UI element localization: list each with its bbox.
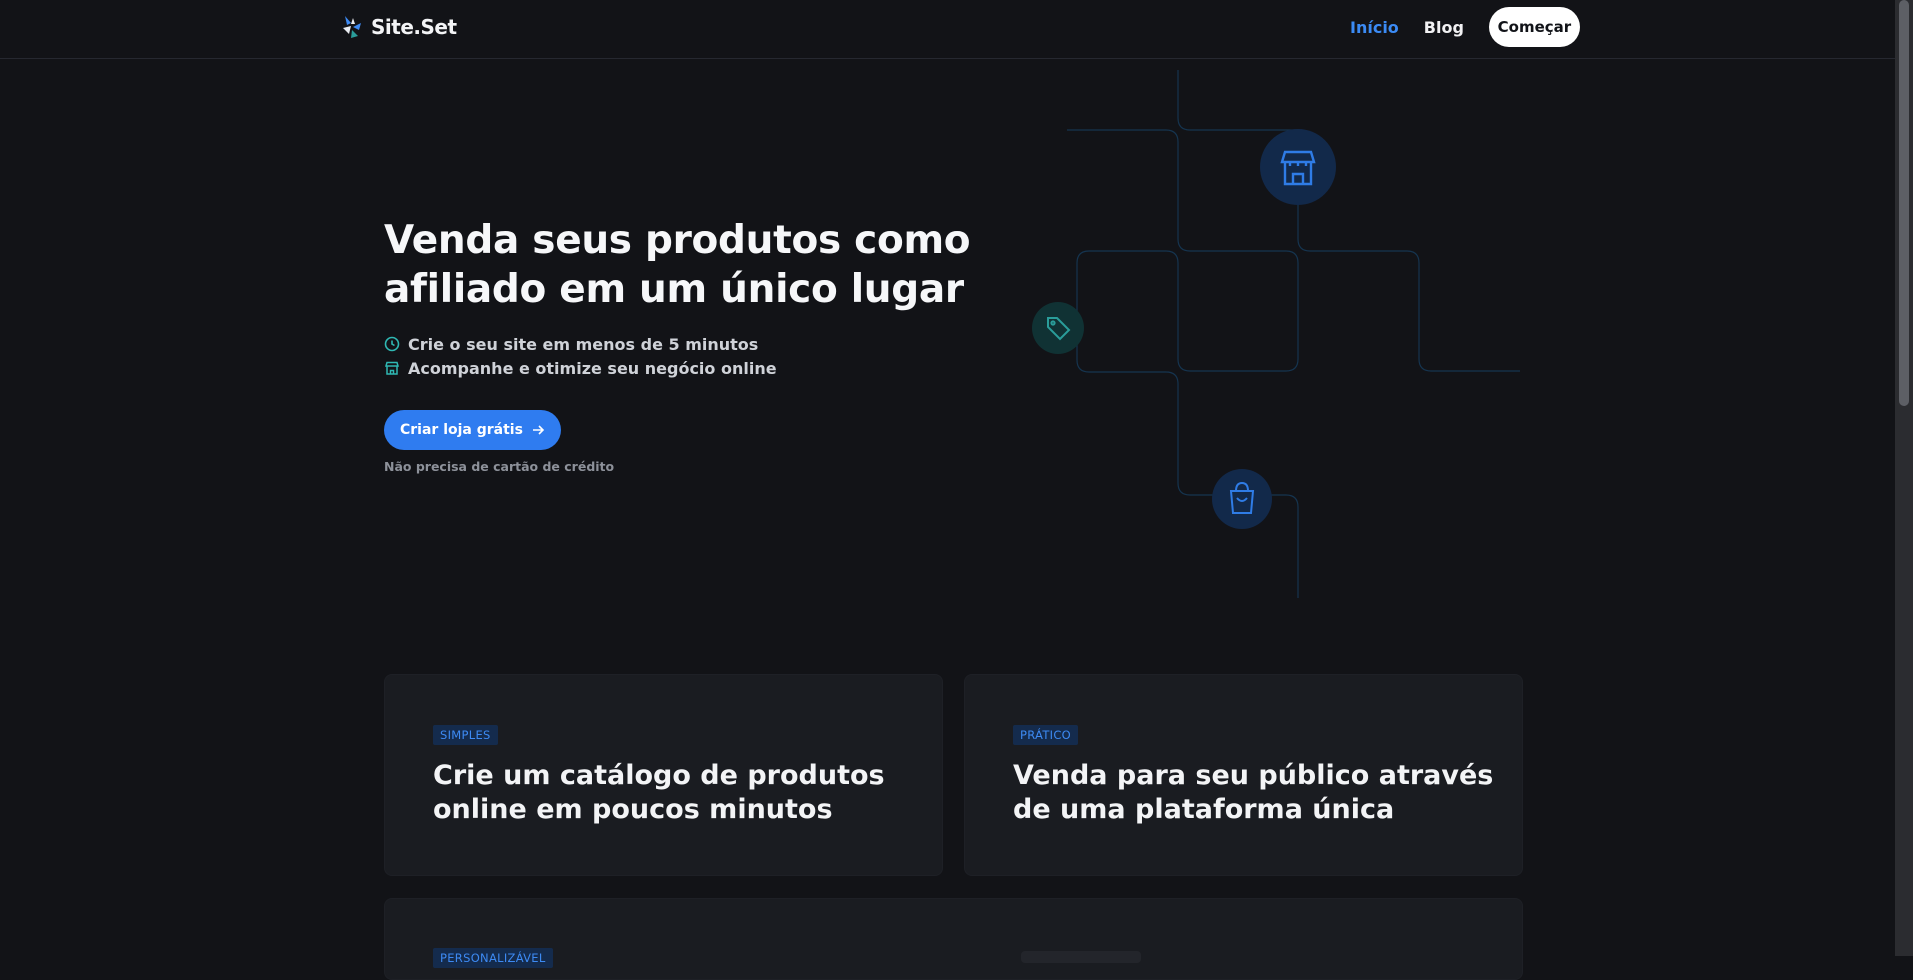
hero-title: Venda seus produtos como afiliado em um …: [384, 216, 984, 314]
card-title-line-1: Crie um catálogo de produtos: [433, 760, 885, 791]
hero-title-line-1: Venda seus produtos como: [384, 218, 971, 263]
feature-card: PRÁTICO Venda para seu público através d…: [964, 674, 1523, 876]
card-tag: SIMPLES: [433, 725, 498, 745]
store-icon: [385, 361, 399, 375]
hero-illustration: [1032, 70, 1520, 598]
nav-link-blog[interactable]: Blog: [1424, 18, 1464, 37]
tag-node: [1032, 302, 1084, 354]
brand-name: Site.Set: [371, 15, 457, 39]
hero-title-line-2: afiliado em um único lugar: [384, 267, 964, 312]
card-preview-placeholder: [1021, 951, 1141, 963]
feature-text: Crie o seu site em menos de 5 minutos: [408, 334, 759, 354]
card-title: Crie um catálogo de produtos online em p…: [433, 759, 922, 827]
card-tag: PERSONALIZÁVEL: [433, 948, 553, 968]
cta-label: Criar loja grátis: [400, 422, 523, 438]
card-title: Venda para seu público através de uma pl…: [1013, 759, 1502, 827]
hero-section: Venda seus produtos como afiliado em um …: [384, 216, 984, 474]
main-nav: Início Blog Começar: [1350, 7, 1580, 47]
card-tag: PRÁTICO: [1013, 725, 1079, 745]
logo-icon: [343, 16, 361, 38]
start-button[interactable]: Começar: [1488, 7, 1580, 47]
feature-item: Crie o seu site em menos de 5 minutos: [384, 332, 984, 356]
scrollbar-thumb[interactable]: [1899, 0, 1909, 406]
store-node: [1260, 129, 1336, 205]
brand-logo[interactable]: Site.Set: [341, 12, 457, 42]
bag-node: [1212, 469, 1272, 529]
create-store-button[interactable]: Criar loja grátis: [384, 410, 561, 450]
feature-text: Acompanhe e otimize seu negócio online: [408, 358, 777, 378]
card-title-line-2: de uma plataforma única: [1013, 794, 1395, 825]
page-scrollbar[interactable]: [1895, 0, 1913, 956]
clock-icon: [384, 336, 400, 352]
feature-card-wide: PERSONALIZÁVEL: [384, 898, 1523, 980]
arrow-right-icon: [532, 425, 545, 435]
card-title-line-1: Venda para seu público através: [1013, 760, 1494, 791]
nav-link-inicio[interactable]: Início: [1350, 18, 1399, 37]
feature-card: SIMPLES Crie um catálogo de produtos onl…: [384, 674, 943, 876]
no-credit-card-note: Não precisa de cartão de crédito: [384, 459, 615, 474]
feature-list: Crie o seu site em menos de 5 minutos Ac…: [384, 332, 984, 380]
card-title-line-2: online em poucos minutos: [433, 794, 833, 825]
feature-item: Acompanhe e otimize seu negócio online: [384, 356, 984, 380]
top-navigation-bar: Site.Set Início Blog Começar: [0, 0, 1895, 59]
